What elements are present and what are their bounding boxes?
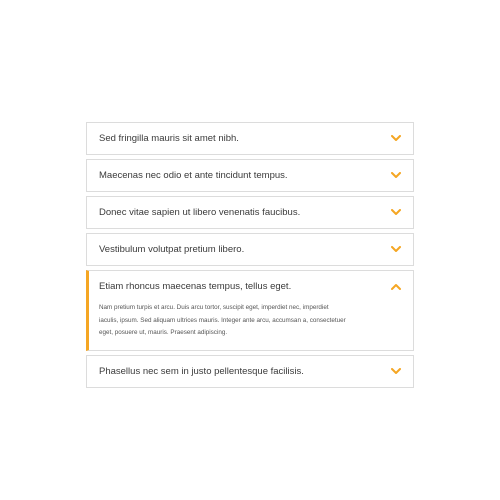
accordion-body-line: iaculis, ipsum. Sed aliquam ultrices mau… bbox=[99, 316, 346, 324]
accordion-body: Nam pretium turpis et arcu. Duis arcu to… bbox=[89, 302, 413, 350]
accordion-header-1[interactable]: Sed fringilla mauris sit amet nibh. bbox=[87, 123, 413, 154]
accordion-header-6[interactable]: Phasellus nec sem in justo pellentesque … bbox=[87, 356, 413, 387]
accordion-title: Sed fringilla mauris sit amet nibh. bbox=[99, 133, 239, 144]
accordion-body-line: Nam pretium turpis et arcu. Duis arcu to… bbox=[99, 304, 329, 311]
chevron-up-icon[interactable] bbox=[389, 280, 403, 294]
accordion-title: Vestibulum volutpat pretium libero. bbox=[99, 244, 245, 255]
accordion-item-5-expanded: Etiam rhoncus maecenas tempus, tellus eg… bbox=[86, 270, 414, 351]
chevron-down-icon[interactable] bbox=[389, 132, 403, 146]
accordion-header-4[interactable]: Vestibulum volutpat pretium libero. bbox=[87, 234, 413, 265]
accordion-title: Donec vitae sapien ut libero venenatis f… bbox=[99, 207, 301, 218]
chevron-down-icon[interactable] bbox=[389, 206, 403, 220]
page: Sed fringilla mauris sit amet nibh. Maec… bbox=[0, 0, 500, 500]
accordion-title: Phasellus nec sem in justo pellentesque … bbox=[99, 365, 304, 377]
accordion-item-3: Donec vitae sapien ut libero venenatis f… bbox=[86, 196, 414, 229]
accordion-header-3[interactable]: Donec vitae sapien ut libero venenatis f… bbox=[87, 197, 413, 228]
chevron-down-icon[interactable] bbox=[389, 364, 403, 378]
accordion-item-2: Maecenas nec odio et ante tincidunt temp… bbox=[86, 159, 414, 192]
accordion-header-5[interactable]: Etiam rhoncus maecenas tempus, tellus eg… bbox=[89, 271, 413, 302]
accordion: Sed fringilla mauris sit amet nibh. Maec… bbox=[86, 122, 414, 392]
accordion-item-1: Sed fringilla mauris sit amet nibh. bbox=[86, 122, 414, 155]
accordion-body-line: eget, posuere ut, mauris. Praesent adipi… bbox=[99, 329, 228, 336]
accordion-title: Etiam rhoncus maecenas tempus, tellus eg… bbox=[99, 281, 292, 292]
accordion-title: Maecenas nec odio et ante tincidunt temp… bbox=[99, 170, 288, 181]
chevron-down-icon[interactable] bbox=[389, 243, 403, 257]
accordion-item-6: Phasellus nec sem in justo pellentesque … bbox=[86, 354, 414, 388]
accordion-item-4: Vestibulum volutpat pretium libero. bbox=[86, 233, 414, 266]
accordion-header-2[interactable]: Maecenas nec odio et ante tincidunt temp… bbox=[87, 160, 413, 191]
chevron-down-icon[interactable] bbox=[389, 169, 403, 183]
